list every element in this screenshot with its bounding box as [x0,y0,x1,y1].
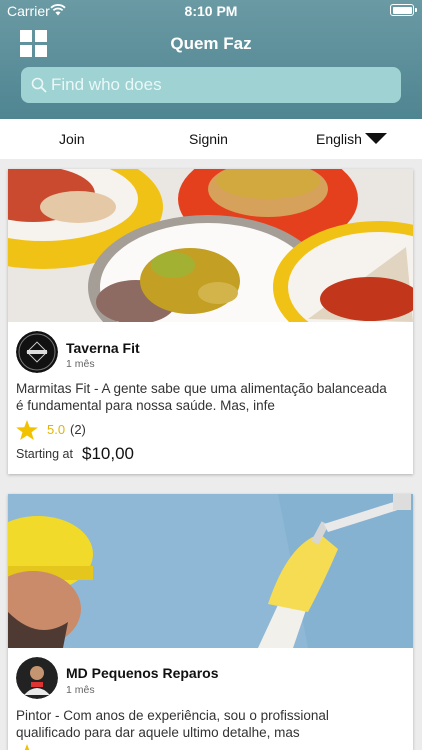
business-name[interactable]: MD Pequenos Reparos [66,665,218,681]
description-line: é fundamental para nossa saúde. Mas, inf… [16,398,275,413]
star-icon [16,420,38,440]
price: $10,00 [82,444,134,463]
business-description: Pintor - Com anos de experiência, sou o … [16,707,408,741]
language-selector[interactable]: English [316,131,362,147]
join-link[interactable]: Join [59,131,85,147]
rating: 5.0 (2) [16,420,116,440]
status-bar: Carrier 8:10 PM [0,0,422,22]
business-age: 1 mês [66,684,95,696]
business-name[interactable]: Taverna Fit [66,340,140,356]
description-line: Marmitas Fit - A gente sabe que uma alim… [16,381,387,396]
starting-label: Starting at [16,447,73,461]
app-title: Quem Faz [170,34,252,53]
description-line: qualificado para dar aquele ultimo detal… [16,725,300,740]
business-age: 1 mês [66,358,95,370]
star-icon [24,744,30,750]
rating-value: 5.0 [47,422,66,437]
top-nav: Join Signin English [0,119,422,159]
search-icon [31,77,47,93]
search-input[interactable] [51,67,391,103]
listing-card-md-pequenos-reparos[interactable]: MD Pequenos Reparos 1 mês Pintor - Com a… [8,494,413,750]
description-line: Pintor - Com anos de experiência, sou o … [16,708,329,723]
avatar [16,657,58,699]
search-bar[interactable] [21,67,401,103]
avatar [16,331,58,373]
battery-icon [390,4,417,16]
business-description: Marmitas Fit - A gente sabe que uma alim… [16,380,408,414]
listing-photo [8,169,413,322]
listing-card-taverna-fit[interactable]: Taverna Fit 1 mês Marmitas Fit - A gente… [8,169,413,474]
profile-photo-icon [16,657,58,699]
clock: 8:10 PM [184,3,238,19]
chevron-down-icon[interactable] [365,133,387,144]
app-header: Carrier 8:10 PM Quem Faz [0,0,422,119]
review-count: (2) [70,422,86,437]
taverna-logo-icon [16,331,58,373]
signin-link[interactable]: Signin [189,131,228,147]
listing-photo [8,494,413,648]
